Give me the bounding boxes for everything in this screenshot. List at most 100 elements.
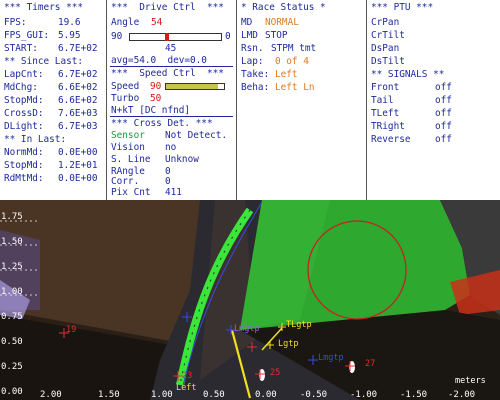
marker-label: 27	[365, 359, 376, 369]
start-value: 6.7E+02	[58, 43, 98, 54]
turbo-label: Turbo	[111, 93, 140, 104]
speed-value: 90	[150, 81, 162, 92]
rsn-label: Rsn.	[241, 43, 264, 54]
signal-reverse-value: off	[435, 134, 452, 145]
ptu-item: DsTilt	[371, 56, 405, 67]
x-tick: -0.50	[300, 390, 328, 400]
dlight-label: DLight:	[4, 121, 44, 132]
marker-label: Left	[176, 383, 197, 393]
sensor-label: Sensor	[111, 130, 145, 141]
fps-row: FPS:	[4, 17, 27, 28]
ptu-item: CrTilt	[371, 30, 405, 41]
units-label: meters	[455, 376, 486, 386]
marker-label: 25	[270, 368, 281, 378]
fps-label: FPS:	[4, 17, 27, 28]
x-tick: 1.00	[151, 390, 173, 400]
fps-gui-label: FPS_GUI:	[4, 30, 50, 41]
x-tick: -1.50	[400, 390, 428, 400]
mdchg-value: 6.6E+02	[58, 82, 98, 93]
camera-view: 1.75 1.50 1.25 1.00 0.75 0.50 0.25 0.00 …	[0, 200, 500, 400]
divider	[110, 116, 233, 117]
stopmd-label: StopMd:	[4, 95, 44, 106]
race-status-panel: * Race Status * MD NORMAL LMD STOP Rsn. …	[237, 0, 367, 200]
lmd-label: LMD	[241, 30, 258, 41]
beha-value: Left Ln	[275, 82, 315, 93]
x-tick: 2.00	[40, 390, 62, 400]
crossd-label: CrossD:	[4, 108, 44, 119]
y-tick: 1.25	[1, 262, 23, 272]
sline-value: Unknow	[165, 154, 199, 165]
rdmtmd-value: 0.0E+00	[58, 173, 98, 184]
md-value: NORMAL	[265, 17, 299, 28]
fps-gui-value: 5.95	[58, 30, 81, 41]
divider	[110, 66, 233, 67]
normmd-value: 0.0E+00	[58, 147, 98, 158]
x-tick: 0.00	[255, 390, 277, 400]
corr-label: Corr.	[111, 176, 140, 187]
marker-label: Lmgtp	[234, 324, 260, 334]
beha-label: Beha:	[241, 82, 270, 93]
crossd-value: 7.6E+03	[58, 108, 98, 119]
fps-value: 19.6	[58, 17, 81, 28]
speed-label: Speed	[111, 81, 140, 92]
marker-label: 23	[182, 371, 193, 381]
y-tick: 0.25	[1, 362, 23, 372]
timers-panel: *** Timers *** FPS: 19.6 FPS_GUI: 5.95 S…	[0, 0, 107, 200]
y-tick: 0.00	[1, 387, 23, 397]
marker-label: Lmgtp	[318, 353, 344, 363]
slider-min: 90	[111, 31, 123, 42]
ptu-item: DsPan	[371, 43, 400, 54]
signal-tright-value: off	[435, 121, 452, 132]
signal-tail-label: Tail	[371, 95, 394, 106]
pixcnt-label: Pix Cnt	[111, 187, 151, 198]
signal-front-label: Front	[371, 82, 400, 93]
pixcnt-value: 411	[165, 187, 182, 198]
stopmd2-label: StopMd:	[4, 160, 44, 171]
angle-slider[interactable]	[129, 33, 222, 41]
cross-header: *** Cross Det. ***	[111, 118, 213, 129]
signal-tleft-label: TLeft	[371, 108, 400, 119]
vision-value: no	[165, 142, 177, 153]
lapcnt-value: 6.7E+02	[58, 69, 98, 80]
slider-max: 0	[225, 31, 231, 42]
avg-dev: avg=54.0 dev=0.0	[111, 55, 207, 66]
y-tick: 0.50	[1, 337, 23, 347]
stopmd2-value: 1.2E+01	[58, 160, 98, 171]
speed-header: *** Speed Ctrl ***	[111, 68, 224, 79]
normmd-label: NormMd:	[4, 147, 44, 158]
slider-center: 45	[165, 43, 177, 54]
y-tick: 1.50	[1, 237, 23, 247]
md-label: MD	[241, 17, 253, 28]
sensor-value: Not Detect.	[165, 130, 228, 141]
rdmtmd-label: RdMtMd:	[4, 173, 44, 184]
angle-slider-thumb[interactable]	[165, 33, 169, 41]
lap-label: Lap:	[241, 56, 264, 67]
signal-reverse-label: Reverse	[371, 134, 411, 145]
sline-label: S. Line	[111, 154, 151, 165]
signal-tail-value: off	[435, 95, 452, 106]
mdchg-label: MdChg:	[4, 82, 38, 93]
signals-header: ** SIGNALS **	[371, 69, 445, 80]
x-tick: 0.50	[203, 390, 225, 400]
marker-label: 19	[66, 325, 77, 335]
since-header: ** Since Last:	[4, 56, 84, 67]
turbo-value: 50	[150, 93, 162, 104]
ptu-panel: *** PTU *** CrPan CrTilt DsPan DsTilt **…	[367, 0, 500, 200]
angle-label: Angle	[111, 17, 140, 28]
x-tick: -2.00	[448, 390, 476, 400]
marker-label: TLgtp	[286, 320, 312, 330]
drive-header: *** Drive Ctrl ***	[111, 2, 224, 13]
lap-value: 0 of 4	[275, 56, 309, 67]
in-last-header: ** In Last:	[4, 134, 67, 145]
lmd-value: STOP	[265, 30, 288, 41]
speed-bar	[165, 83, 225, 90]
vision-label: Vision	[111, 142, 145, 153]
lapcnt-label: LapCnt:	[4, 69, 44, 80]
x-tick: 1.50	[98, 390, 120, 400]
angle-value: 54	[151, 17, 163, 28]
signal-tleft-value: off	[435, 108, 452, 119]
ptu-item: CrPan	[371, 17, 400, 28]
marker-label: Lgtp	[278, 339, 299, 349]
race-header: * Race Status *	[241, 2, 326, 13]
timers-header: *** Timers ***	[4, 2, 84, 13]
